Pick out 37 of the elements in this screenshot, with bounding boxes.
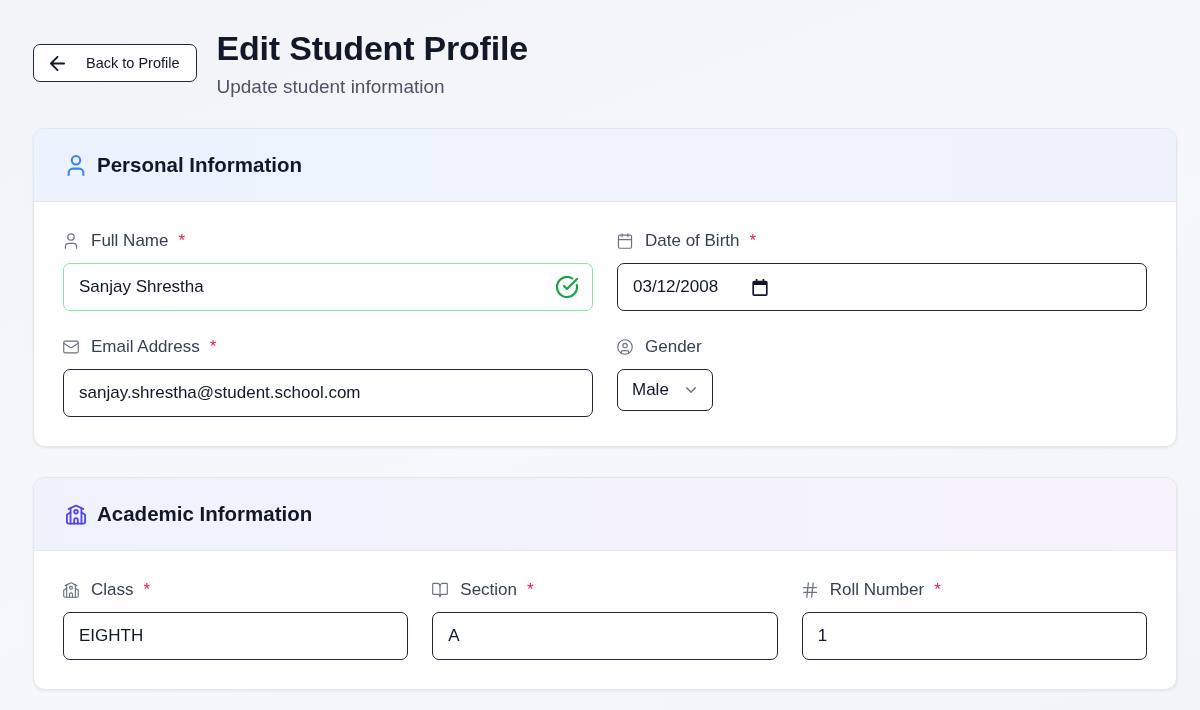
field-label: Section [460,580,518,600]
required-asterisk: * [527,580,534,600]
field-label: Date of Birth [645,231,740,251]
required-asterisk: * [143,580,151,600]
hash-icon [801,582,818,598]
calendar-icon [752,278,769,296]
dropdown[interactable]: Male [617,369,713,411]
page-title: Edit Student Profile [216,28,528,68]
text-input[interactable]: A [432,612,778,660]
calendar-icon [617,233,633,249]
arrow-left-icon [50,55,65,71]
open-book-icon [432,582,449,598]
person-icon [63,233,79,249]
chevron-down-icon [685,387,696,393]
person-circle-icon [617,339,633,355]
school-building-icon [66,503,86,525]
required-asterisk: * [178,231,186,251]
field-label: Gender [645,337,702,357]
person-icon [66,154,86,176]
required-asterisk: * [934,580,941,600]
date-input[interactable]: 03/12/2008 [617,263,1147,311]
envelope-icon [63,339,79,355]
field-label: Class [91,580,134,600]
back-button[interactable]: Back to Profile [33,44,197,82]
required-asterisk: * [209,337,217,357]
text-input[interactable]: 1 [801,612,1147,660]
section-title: Academic Information [97,502,313,526]
text-input[interactable]: sanjay.shrestha@student.school.com [63,369,593,417]
section-title: Personal Information [97,153,303,177]
school-building-icon [63,582,79,598]
page-subtitle: Update student information [216,76,446,98]
field-label: Roll Number [829,580,925,600]
text-input[interactable]: EIGHTH [63,612,409,660]
field-label: Full Name [91,231,169,251]
text-input[interactable]: Sanjay Shrestha [63,263,593,311]
field-label: Email Address [91,337,200,357]
required-asterisk: * [749,231,757,251]
